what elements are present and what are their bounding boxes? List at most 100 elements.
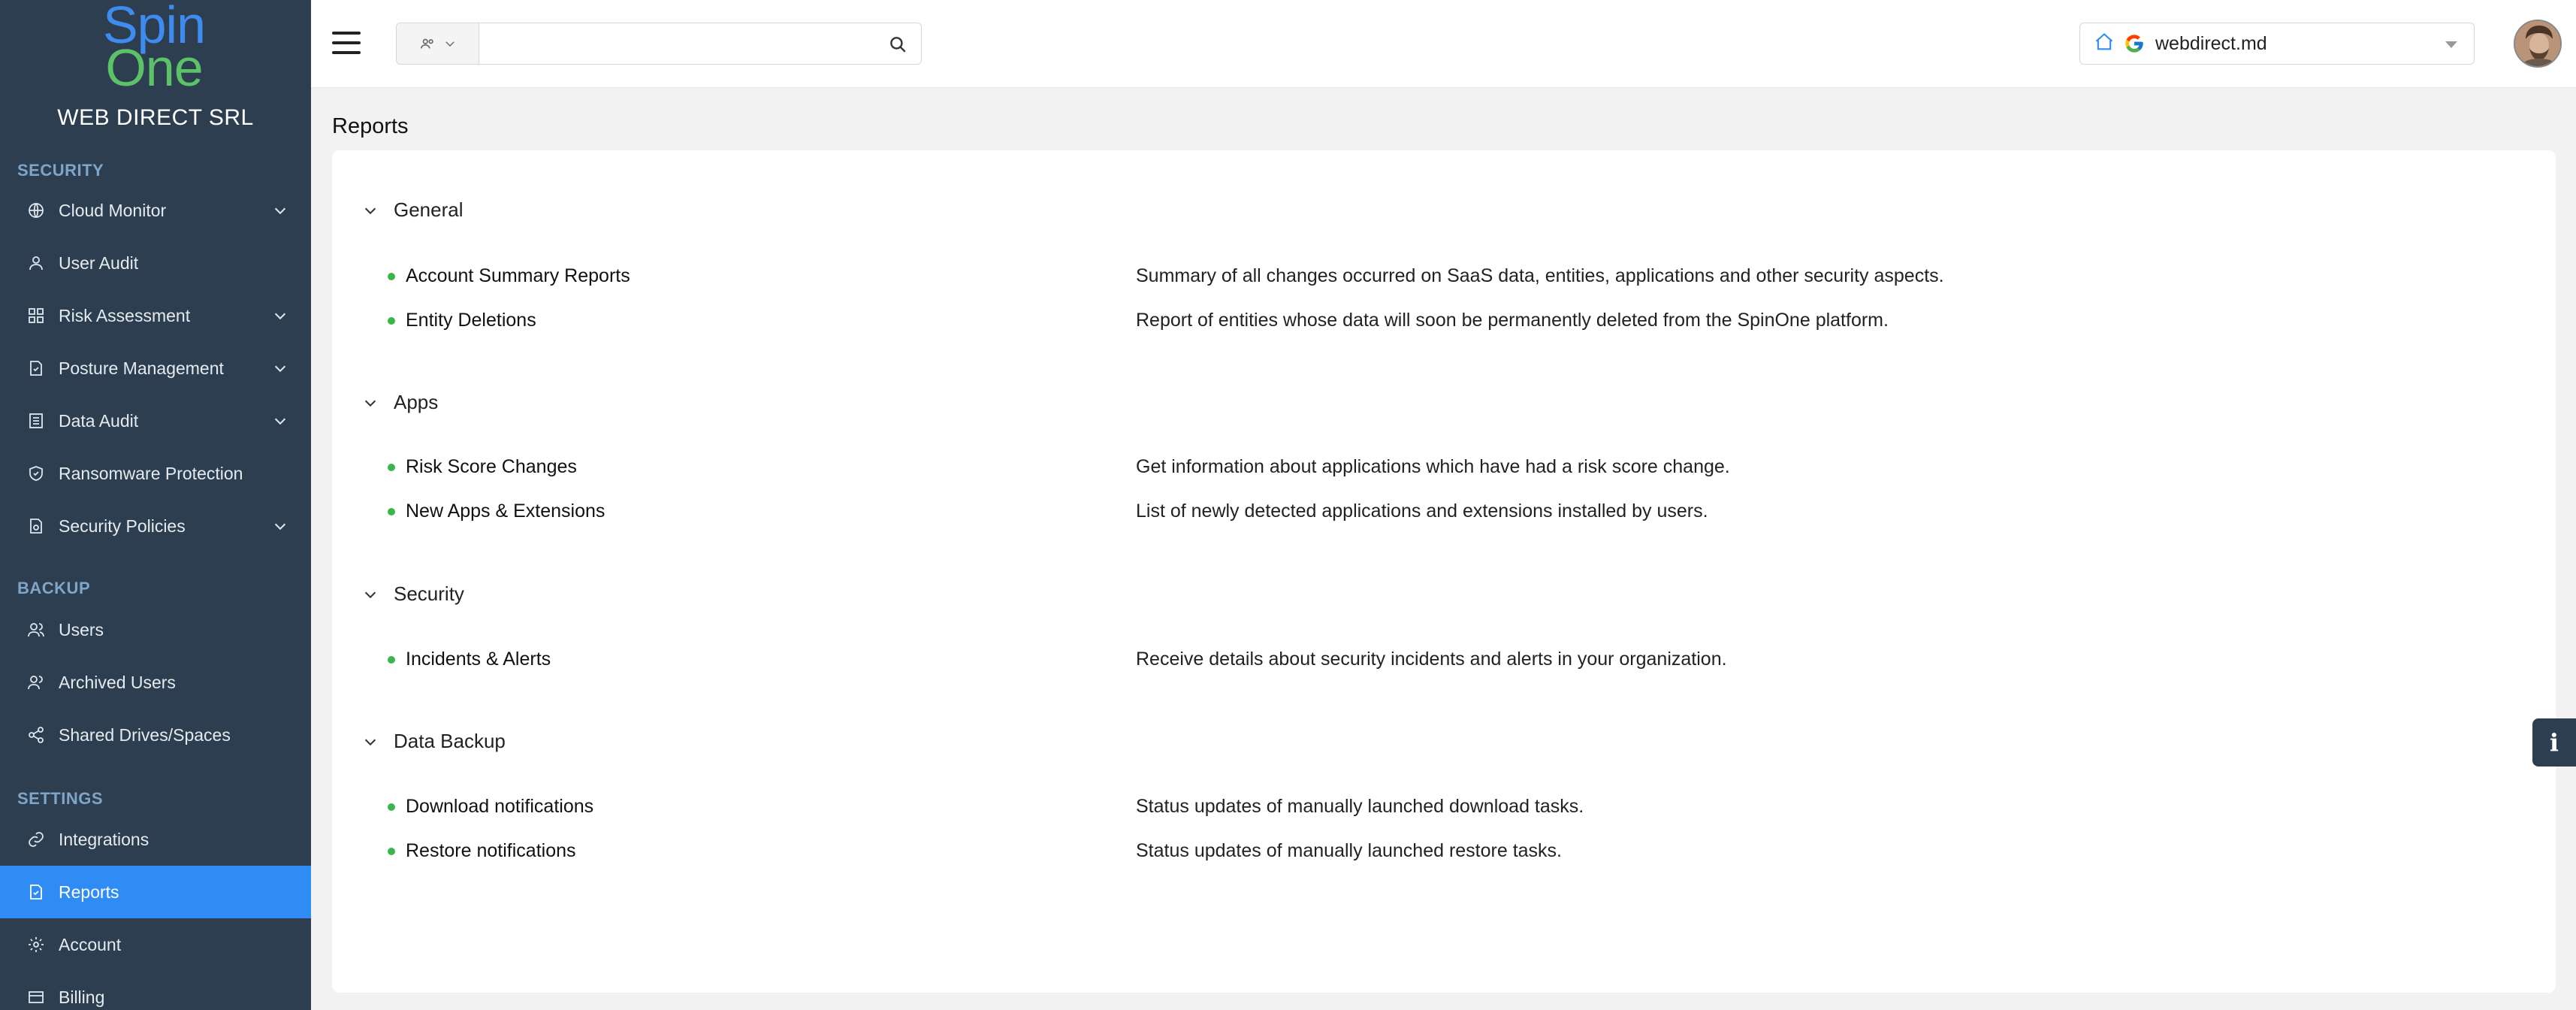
report-row: Account Summary Reports Summary of all c… bbox=[332, 258, 2556, 295]
sidebar-item-cloud-monitor[interactable]: Cloud Monitor bbox=[0, 184, 311, 237]
menu-toggle-icon[interactable] bbox=[332, 29, 364, 59]
report-row: Entity Deletions Report of entities whos… bbox=[332, 302, 2556, 340]
list-document-icon bbox=[27, 412, 45, 430]
bullet-dot bbox=[388, 656, 395, 664]
chevron-down-icon bbox=[364, 400, 376, 407]
logo-text-one: One bbox=[105, 38, 203, 97]
sidebar-item-shared-drives[interactable]: Shared Drives/Spaces bbox=[0, 709, 311, 761]
sidebar-item-integrations[interactable]: Integrations bbox=[0, 813, 311, 866]
sidebar-item-data-audit[interactable]: Data Audit bbox=[0, 395, 311, 447]
section-title-backup: BACKUP bbox=[17, 579, 91, 597]
chevron-down-icon bbox=[272, 518, 288, 534]
chevron-down-icon bbox=[364, 739, 376, 745]
link-icon bbox=[27, 830, 45, 848]
search-scope-dropdown[interactable] bbox=[397, 23, 479, 64]
bullet-dot bbox=[388, 273, 395, 280]
page-title: Reports bbox=[332, 114, 409, 138]
sidebar-item-billing[interactable]: Billing bbox=[0, 971, 311, 1010]
chevron-down-icon bbox=[364, 207, 376, 214]
report-name[interactable]: Incidents & Alerts bbox=[406, 649, 551, 670]
sidebar-item-label: Security Policies bbox=[59, 516, 186, 536]
bullet-dot bbox=[388, 464, 395, 471]
policy-icon bbox=[27, 517, 45, 535]
report-name[interactable]: Risk Score Changes bbox=[406, 456, 577, 478]
user-icon bbox=[27, 254, 45, 272]
share-icon bbox=[27, 726, 45, 744]
sidebar-item-label: Reports bbox=[59, 881, 119, 902]
sidebar-item-label: Account bbox=[59, 934, 122, 954]
google-icon bbox=[2125, 35, 2143, 53]
search-input[interactable] bbox=[481, 25, 871, 62]
sidebar-item-users[interactable]: Users bbox=[0, 603, 311, 656]
sidebar-item-security-policies[interactable]: Security Policies bbox=[0, 500, 311, 552]
archived-users-icon bbox=[27, 673, 45, 691]
report-name[interactable]: Restore notifications bbox=[406, 840, 576, 862]
domain-name: webdirect.md bbox=[2155, 32, 2267, 54]
sidebar-item-archived-users[interactable]: Archived Users bbox=[0, 656, 311, 709]
logo-mark: Spin One bbox=[75, 0, 233, 94]
group-title: Apps bbox=[394, 391, 439, 413]
company-name: WEB DIRECT SRL bbox=[57, 105, 254, 130]
group-header-apps[interactable]: Apps bbox=[362, 391, 438, 414]
sidebar-item-label: Data Audit bbox=[59, 410, 139, 431]
users-scope-icon bbox=[420, 38, 433, 49]
search-box bbox=[396, 23, 922, 65]
report-icon bbox=[27, 883, 45, 901]
sidebar-item-label: Risk Assessment bbox=[59, 305, 191, 325]
bullet-dot bbox=[388, 803, 395, 811]
shield-icon bbox=[27, 464, 45, 482]
app-window: Spin One WEB DIRECT SRL SECURITY Cloud M… bbox=[0, 0, 2576, 1010]
info-icon[interactable]: i bbox=[2532, 718, 2576, 767]
report-description: List of newly detected applications and … bbox=[1136, 500, 1708, 522]
sidebar-item-user-audit[interactable]: User Audit bbox=[0, 237, 311, 289]
sidebar-item-label: Archived Users bbox=[59, 672, 176, 692]
sidebar-item-label: Shared Drives/Spaces bbox=[59, 724, 231, 745]
caret-down-icon bbox=[2445, 41, 2457, 48]
group-title: Data Backup bbox=[394, 730, 506, 752]
group-header-security[interactable]: Security bbox=[362, 582, 464, 606]
report-description: Summary of all changes occurred on SaaS … bbox=[1136, 265, 1944, 286]
sidebar: Spin One WEB DIRECT SRL SECURITY Cloud M… bbox=[0, 0, 311, 1010]
sidebar-item-label: Ransomware Protection bbox=[59, 463, 243, 483]
users-icon bbox=[27, 621, 45, 639]
search-icon[interactable] bbox=[888, 35, 907, 54]
sidebar-item-posture-management[interactable]: Posture Management bbox=[0, 342, 311, 395]
domain-selector[interactable]: webdirect.md bbox=[2079, 23, 2475, 65]
chevron-down-icon bbox=[272, 360, 288, 376]
group-header-general[interactable]: General bbox=[362, 198, 464, 222]
user-avatar[interactable] bbox=[2514, 20, 2562, 68]
sidebar-item-label: Posture Management bbox=[59, 358, 224, 378]
grid-icon bbox=[27, 307, 45, 325]
section-title-settings: SETTINGS bbox=[17, 789, 104, 808]
report-description: Get information about applications which… bbox=[1136, 456, 1730, 477]
report-row: Incidents & Alerts Receive details about… bbox=[332, 641, 2556, 679]
sidebar-item-label: Users bbox=[59, 619, 104, 640]
gear-icon bbox=[27, 936, 45, 954]
group-header-data-backup[interactable]: Data Backup bbox=[362, 730, 506, 753]
sidebar-item-label: Billing bbox=[59, 987, 105, 1007]
chevron-down-icon bbox=[364, 591, 376, 598]
globe-icon bbox=[27, 201, 45, 219]
sidebar-item-risk-assessment[interactable]: Risk Assessment bbox=[0, 289, 311, 342]
report-name[interactable]: Entity Deletions bbox=[406, 310, 536, 331]
sidebar-item-reports[interactable]: Reports bbox=[0, 866, 311, 918]
report-description: Receive details about security incidents… bbox=[1136, 649, 1727, 670]
report-name[interactable]: New Apps & Extensions bbox=[406, 500, 605, 522]
chevron-down-icon bbox=[272, 202, 288, 219]
group-title: Security bbox=[394, 582, 464, 605]
bullet-dot bbox=[388, 508, 395, 516]
report-name[interactable]: Account Summary Reports bbox=[406, 265, 630, 287]
report-description: Status updates of manually launched down… bbox=[1136, 796, 1584, 817]
sidebar-item-ransomware-protection[interactable]: Ransomware Protection bbox=[0, 447, 311, 500]
bullet-dot bbox=[388, 317, 395, 325]
group-title: General bbox=[394, 198, 464, 221]
bullet-dot bbox=[388, 848, 395, 855]
report-description: Report of entities whose data will soon … bbox=[1136, 310, 1889, 331]
sidebar-item-label: Integrations bbox=[59, 829, 149, 849]
sidebar-item-account[interactable]: Account bbox=[0, 918, 311, 971]
report-row: New Apps & Extensions List of newly dete… bbox=[332, 493, 2556, 531]
spinone-logo[interactable]: Spin One bbox=[0, 0, 311, 98]
avatar-image bbox=[2515, 21, 2560, 66]
top-bar: webdirect.md bbox=[311, 0, 2576, 88]
report-name[interactable]: Download notifications bbox=[406, 796, 593, 818]
